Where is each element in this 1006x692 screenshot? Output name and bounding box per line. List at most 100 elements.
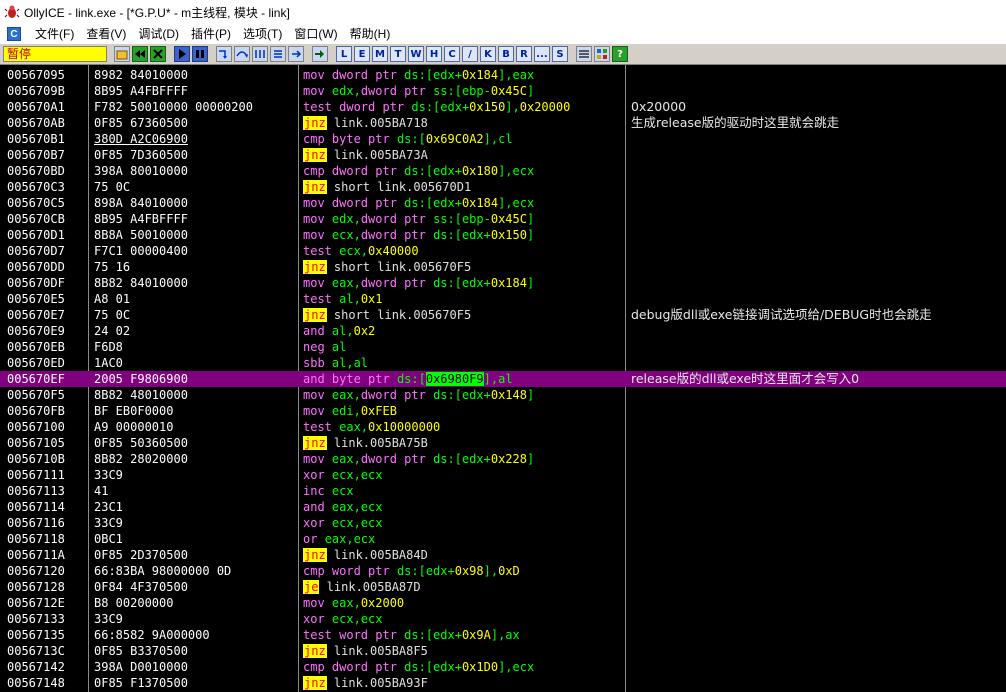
code-row[interactable]: 00567135 66:8582 9A000000 test word ptr ds… [0,627,1006,643]
disassembly-cell: je link.005BA87D [303,579,421,595]
code-row[interactable]: 00567142 398A D0010000 cmp dword ptr ds:[e… [0,659,1006,675]
run-trace-window-button[interactable]: ... [534,46,550,62]
code-row[interactable]: 005670F5 8B82 48010000 mov eax,dword ptr d… [0,387,1006,403]
call-stack-window-button[interactable]: K [480,46,496,62]
threads-window-button[interactable]: T [390,46,406,62]
code-row[interactable]: 005670BD 398A 80010000 cmp dword ptr ds:[e… [0,163,1006,179]
disassembly-pane[interactable]: 00567095 8982 84010000 mov dword ptr ds:[e… [0,65,1006,692]
code-row[interactable]: 00567128 0F84 4F370500 je link.005BA87D [0,579,1006,595]
asm-token: eax, [331,452,361,466]
hex-dump-cell: 1AC0 [94,356,123,370]
code-row[interactable]: 00567118 0BC1 or eax,ecx [0,531,1006,547]
highlighted-operand: 0x6980F9 [425,372,484,386]
code-row[interactable]: 005670D1 8B8A 50010000 mov ecx,dword ptr d… [0,227,1006,243]
execute-till-return-icon[interactable] [288,46,304,62]
asm-token: ],ecx [498,660,535,674]
menu-file[interactable]: 文件(F) [29,25,80,42]
code-row[interactable]: 005670B7 0F85 7D360500 jnz link.005BA73A [0,147,1006,163]
trace-over-icon[interactable] [270,46,286,62]
menu-options[interactable]: 选项(T) [237,25,288,42]
goto-address-icon[interactable] [312,46,328,62]
code-row[interactable]: 005670FB BF EB0F0000 mov edi,0xFEB [0,403,1006,419]
address-cell: 005670E7 [7,308,65,322]
menu-view[interactable]: 查看(V) [80,25,132,42]
windows-window-button[interactable]: W [408,46,424,62]
disassembly-cell: mov edx,dword ptr ss:[ebp-0x45C] [303,83,534,99]
cpu-window-button[interactable]: C [444,46,460,62]
code-row[interactable]: 005670A1 F782 50010000 00000200 test dword… [0,99,1006,115]
handles-window-button[interactable]: H [426,46,442,62]
options-list-icon[interactable] [576,46,592,62]
run-icon[interactable] [174,46,190,62]
code-row[interactable]: 005670EB F6D8 neg al [0,339,1006,355]
asm-token: ],ax [490,628,520,642]
trace-into-icon[interactable] [252,46,268,62]
code-row[interactable]: 005670DF 8B82 84010000 mov eax,dword ptr d… [0,275,1006,291]
address-cell: 005670E5 [7,292,65,306]
modules-window-button[interactable]: E [354,46,370,62]
code-row[interactable]: 005670DD 75 16 jnz short link.005670F5 [0,259,1006,275]
menu-plugins[interactable]: 插件(P) [185,25,237,42]
code-row[interactable]: 005670E9 24 02 and al,0x2 [0,323,1006,339]
selected-code-row[interactable]: 005670EF 2005 F9806900 and byte ptr ds:[0x… [0,371,1006,387]
jump-mnemonic: jnz [303,116,327,130]
breakpoints-window-button[interactable]: B [498,46,514,62]
code-row[interactable]: 00567113 41 inc ecx [0,483,1006,499]
source-window-button[interactable]: S [552,46,568,62]
step-into-icon[interactable] [216,46,232,62]
memory-window-button[interactable]: M [372,46,388,62]
code-row[interactable]: 0056710B 8B82 28020000 mov eax,dword ptr d… [0,451,1006,467]
code-row[interactable]: 005670C5 898A 84010000 mov dword ptr ds:[e… [0,195,1006,211]
disassembly-cell: test word ptr ds:[edx+0x9A],ax [303,627,520,643]
code-row[interactable]: 0056709B 8B95 A4FBFFFF mov edx,dword ptr s… [0,83,1006,99]
menu-window[interactable]: 窗口(W) [288,25,343,42]
asm-token: mov [303,596,332,610]
jump-mnemonic: jnz [303,548,327,562]
pause-icon[interactable] [192,46,208,62]
log-window-button[interactable]: L [336,46,352,62]
jump-mnemonic: jnz [303,676,327,690]
hex-dump-cell: F7C1 00000400 [94,244,188,258]
patches-window-button[interactable]: / [462,46,478,62]
code-row[interactable]: 0056713C 0F85 B3370500 jnz link.005BA8F5 [0,643,1006,659]
code-row[interactable]: 00567105 0F85 50360500 jnz link.005BA75B [0,435,1006,451]
asm-token: al, [331,324,354,338]
appearance-grid-icon[interactable] [594,46,610,62]
asm-token: test [303,244,340,258]
help-icon[interactable]: ? [612,46,628,62]
asm-token: cmp [303,564,332,578]
code-row[interactable]: 005670D7 F7C1 00000400 test ecx,0x40000 [0,243,1006,259]
code-row[interactable]: 00567120 66:83BA 98000000 0D cmp word ptr … [0,563,1006,579]
code-row[interactable]: 005670C3 75 0C jnz short link.005670D1 [0,179,1006,195]
code-row[interactable]: 005670ED 1AC0 sbb al,al [0,355,1006,371]
code-row[interactable]: 005670E5 A8 01 test al,0x1 [0,291,1006,307]
references-window-button[interactable]: R [516,46,532,62]
code-row[interactable]: 00567114 23C1 and eax,ecx [0,499,1006,515]
address-cell: 005670C3 [7,180,65,194]
code-row[interactable]: 00567116 33C9 xor ecx,ecx [0,515,1006,531]
code-row[interactable]: 005670CB 8B95 A4FBFFFF mov edx,dword ptr s… [0,211,1006,227]
menu-debug[interactable]: 调试(D) [132,25,185,42]
close-program-icon[interactable] [150,46,166,62]
code-row[interactable]: 0056711A 0F85 2D370500 jnz link.005BA84D [0,547,1006,563]
asm-token: 0x180 [461,164,499,178]
asm-token: ds:[edx+ [404,68,462,82]
code-row[interactable]: 005670AB 0F85 67360500 jnz link.005BA718 生成… [0,115,1006,131]
code-row[interactable]: 005670B1 380D A2C06900 cmp byte ptr ds:[0x… [0,131,1006,147]
code-row[interactable]: 005670E7 75 0C jnz short link.005670F5 debu… [0,307,1006,323]
open-icon[interactable] [114,46,130,62]
menu-help[interactable]: 帮助(H) [344,25,397,42]
code-row[interactable]: 00567133 33C9 xor ecx,ecx [0,611,1006,627]
restart-icon[interactable] [132,46,148,62]
system-menu-icon[interactable]: C [7,26,21,41]
address-cell: 00567095 [7,68,65,82]
asm-token: dword ptr [331,68,405,82]
code-row[interactable]: 0056712E B8 00200000 mov eax,0x2000 [0,595,1006,611]
code-row[interactable]: 00567111 33C9 xor ecx,ecx [0,467,1006,483]
code-row[interactable]: 00567095 8982 84010000 mov dword ptr ds:[e… [0,67,1006,83]
step-over-icon[interactable] [234,46,250,62]
asm-token: dword ptr [331,164,405,178]
asm-token: xor [303,468,332,482]
code-row[interactable]: 00567148 0F85 F1370500 jnz link.005BA93F [0,675,1006,691]
code-row[interactable]: 00567100 A9 00000010 test eax,0x10000000 [0,419,1006,435]
